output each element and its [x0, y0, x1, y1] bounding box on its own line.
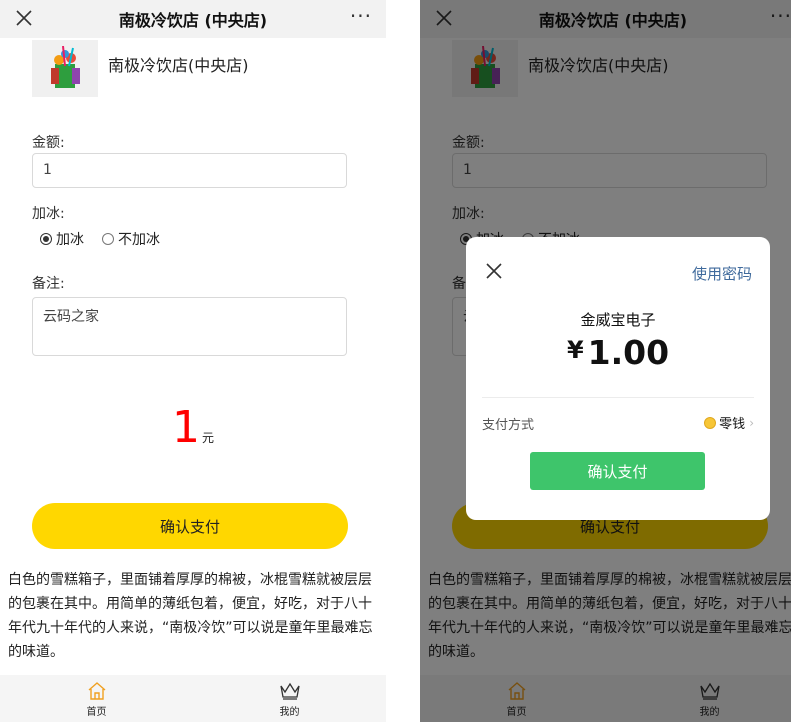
bottom-tabbar: 首页 我的 — [0, 675, 386, 722]
drinks-logo-icon — [51, 45, 80, 88]
divider — [482, 397, 754, 398]
shop-logo — [32, 40, 98, 97]
amount-label: 金额: — [32, 135, 65, 151]
modal-confirm-button[interactable]: 确认支付 — [530, 452, 705, 490]
radio-unchecked-icon — [102, 233, 114, 245]
payment-method-label: 支付方式 — [482, 418, 535, 433]
ice-radio-group: 加冰 不加冰 — [40, 229, 178, 249]
ice-label: 加冰: — [32, 206, 65, 222]
crown-icon — [279, 682, 300, 700]
top-navbar: 南极冷饮店 (中央店) ··· — [0, 0, 386, 38]
payment-amount: ¥1.00 — [466, 333, 770, 372]
close-icon[interactable] — [12, 6, 36, 30]
tab-label: 首页 — [86, 707, 107, 718]
tab-mine[interactable]: 我的 — [193, 675, 386, 722]
note-textarea[interactable]: 云码之家 — [32, 297, 347, 356]
payment-method-selector[interactable]: 零钱 › — [704, 413, 754, 432]
payment-form-screen: 南极冷饮店 (中央店) ··· 南极冷饮店(中央店) 金额: 1 加冰: 加冰 … — [0, 0, 386, 722]
payment-modal-screen: 南极冷饮店 (中央店) ··· 南极冷饮店(中央店) 金额: 1 加冰: — [420, 0, 791, 722]
close-icon[interactable] — [484, 261, 504, 281]
merchant-name: 金威宝电子 — [580, 311, 656, 329]
use-password-link[interactable]: 使用密码 — [692, 263, 752, 284]
confirm-pay-button[interactable]: 确认支付 — [32, 503, 348, 549]
home-icon — [88, 682, 105, 700]
radio-label: 不加冰 — [118, 232, 160, 248]
payment-modal: 使用密码 金威宝电子 ¥1.00 支付方式 零钱 › 确认支付 — [466, 237, 770, 520]
shop-description: 白色的雪糕箱子，里面铺着厚厚的棉被，冰棍雪糕就被层层的包裹在其中。用简单的薄纸包… — [8, 572, 373, 660]
payment-method-value: 零钱 — [719, 417, 746, 432]
currency-symbol: ¥ — [566, 336, 584, 364]
page-title: 南极冷饮店 (中央店) — [118, 11, 268, 30]
amount-input[interactable]: 1 — [32, 153, 347, 188]
radio-checked-icon — [40, 233, 52, 245]
amount-display: 1元 — [0, 402, 386, 453]
amount-text: 1.00 — [587, 333, 670, 372]
chevron-right-icon: › — [749, 415, 754, 430]
note-label: 备注: — [32, 276, 65, 292]
coin-icon — [704, 416, 717, 429]
radio-add-ice[interactable]: 加冰 — [40, 229, 84, 249]
shop-name: 南极冷饮店(中央店) — [108, 56, 249, 75]
radio-label: 加冰 — [56, 232, 84, 248]
radio-no-ice[interactable]: 不加冰 — [102, 229, 160, 249]
amount-value: 1 — [171, 402, 200, 453]
tab-label: 我的 — [279, 707, 300, 718]
shop-header: 南极冷饮店(中央店) — [32, 40, 249, 98]
tab-home[interactable]: 首页 — [0, 675, 193, 722]
more-menu-icon[interactable]: ··· — [350, 4, 372, 28]
amount-unit: 元 — [201, 431, 214, 445]
